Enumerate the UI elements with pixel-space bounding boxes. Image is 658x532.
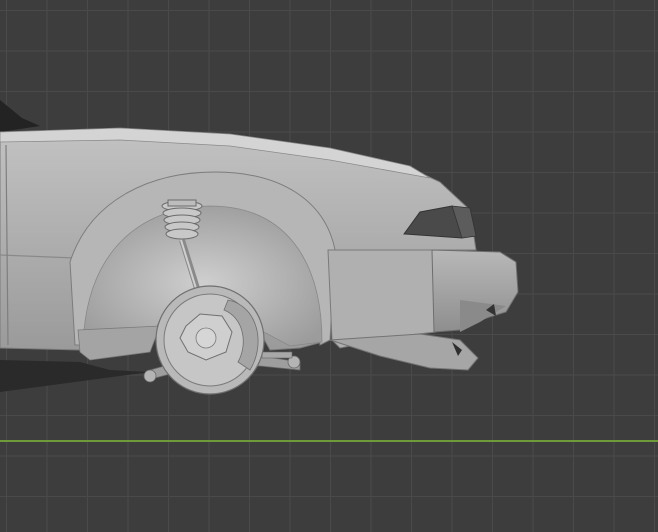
arm-bushing-1 (143, 369, 157, 383)
brake-hub-assembly (155, 285, 265, 395)
lower-sill (77, 325, 161, 361)
rear-dark-corner (0, 100, 40, 132)
car-model[interactable] (0, 0, 658, 532)
3d-viewport[interactable] (0, 0, 658, 532)
tie-rod (261, 351, 293, 359)
chassis-underside (0, 360, 150, 392)
coilover-spring (161, 199, 203, 240)
front-splitter (329, 333, 479, 371)
front-fender (327, 249, 437, 349)
